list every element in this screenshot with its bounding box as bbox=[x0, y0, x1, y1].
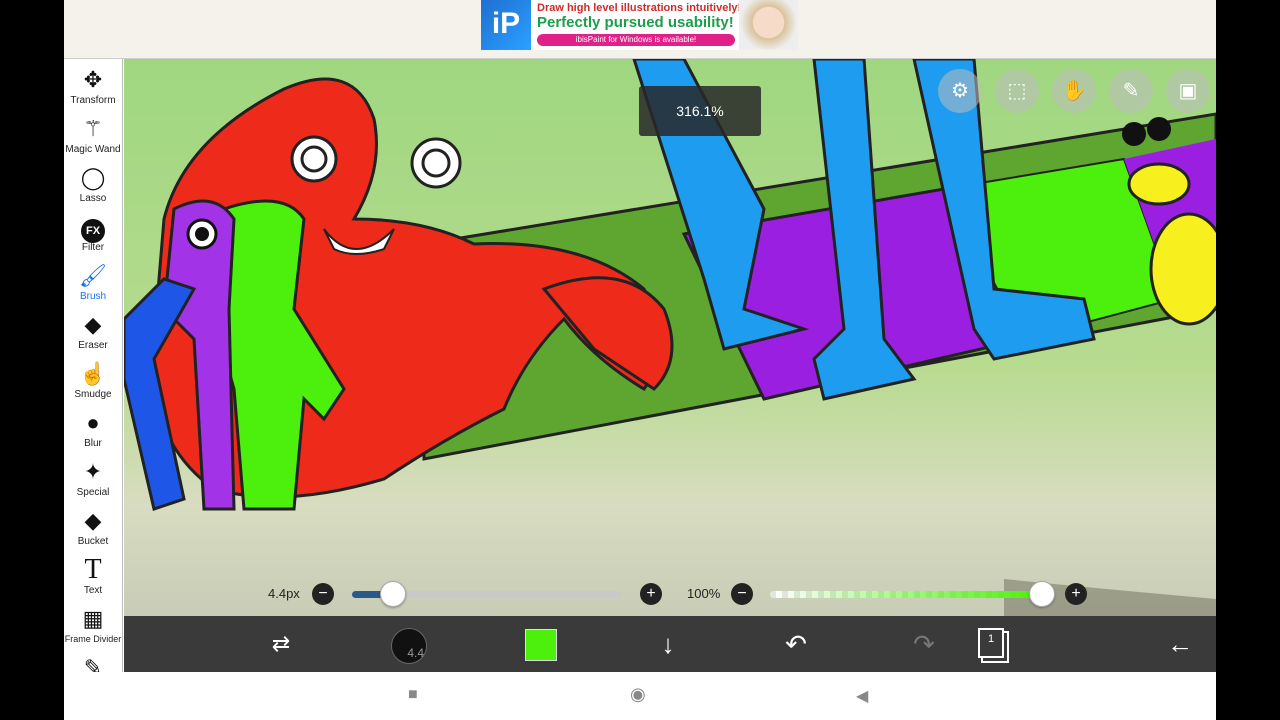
tool-brush[interactable]: 🖌 Brush bbox=[64, 261, 122, 309]
blur-drop-icon: ● bbox=[86, 410, 100, 435]
tool-special[interactable]: ✦ Special bbox=[64, 457, 122, 505]
tool-label: Blur bbox=[84, 438, 102, 449]
toggle-icon: ⚙ bbox=[951, 80, 969, 102]
selection-marquee-icon: ⬚ bbox=[1007, 80, 1027, 102]
system-navigation-bar: ■ ◉ ◀ bbox=[64, 672, 1216, 720]
toggle-controls-button[interactable]: ⚙ bbox=[938, 69, 982, 113]
tool-eyedropper[interactable]: ✎ bbox=[64, 653, 122, 672]
tool-smudge[interactable]: ☝ Smudge bbox=[64, 359, 122, 407]
selection-button[interactable]: ⬚ bbox=[995, 69, 1039, 113]
ad-bar: iP Draw high level illustrations intuiti… bbox=[64, 0, 1216, 59]
undo-icon: ↶ bbox=[785, 629, 807, 659]
color-swatch-button[interactable] bbox=[525, 629, 557, 661]
ibispaint-logo-icon: iP bbox=[481, 0, 531, 50]
tool-lasso[interactable]: ◯ Lasso bbox=[64, 163, 122, 211]
ruler-button[interactable]: ✎ bbox=[1109, 69, 1153, 113]
tool-magic-wand[interactable]: ⚚ Magic Wand bbox=[64, 114, 122, 162]
back-button[interactable]: ← bbox=[1160, 624, 1200, 664]
ad-windows-notice: ibisPaint for Windows is available! bbox=[537, 34, 735, 46]
tool-text[interactable]: T Text bbox=[64, 555, 122, 603]
drawing-canvas[interactable]: 316.1% ⚙ ⬚ ✋ ✎ ▣ bbox=[124, 59, 1216, 616]
home-icon[interactable]: ◉ bbox=[630, 684, 646, 705]
opacity-increase-button[interactable]: + bbox=[1065, 583, 1087, 605]
layers-button[interactable]: 1 bbox=[978, 628, 1004, 658]
tool-bucket[interactable]: ◆ Bucket bbox=[64, 506, 122, 554]
opacity-slider[interactable] bbox=[770, 591, 1042, 598]
image-icon: ▣ bbox=[1178, 80, 1198, 102]
brush-swap-icon: ⇄ bbox=[271, 631, 291, 656]
tool-blur[interactable]: ● Blur bbox=[64, 408, 122, 456]
lasso-icon: ◯ bbox=[80, 165, 106, 190]
tool-label: Special bbox=[76, 487, 110, 498]
recents-icon[interactable]: ■ bbox=[408, 686, 418, 704]
smudge-icon: ☝ bbox=[79, 361, 107, 386]
opacity-knob[interactable] bbox=[1029, 581, 1055, 607]
ibispaint-app: iP Draw high level illustrations intuiti… bbox=[64, 0, 1216, 720]
frame-divider-icon: ▦ bbox=[82, 606, 104, 631]
minus-icon: − bbox=[318, 585, 328, 602]
tool-label: Text bbox=[83, 585, 103, 596]
ad-character-image bbox=[739, 0, 798, 50]
hand-button[interactable]: ✋ bbox=[1052, 69, 1096, 113]
tool-frame-divider[interactable]: ▦ Frame Divider bbox=[64, 604, 122, 652]
slider-row: 4.4px − + 100% − + bbox=[124, 578, 1216, 612]
tool-label: Transform bbox=[70, 95, 116, 106]
redo-button[interactable]: ↷ bbox=[904, 624, 944, 664]
hand-icon: ✋ bbox=[1061, 80, 1087, 102]
tool-label: Magic Wand bbox=[65, 144, 121, 155]
tool-label: Lasso bbox=[79, 193, 107, 204]
opacity-decrease-button[interactable]: − bbox=[731, 583, 753, 605]
tool-palette: ✥ Transform ⚚ Magic Wand ◯ Lasso FX Filt… bbox=[64, 59, 123, 672]
bottom-toolbar: ⇄ 4.4 ↓ ↶ ↷ 1 ← bbox=[124, 616, 1216, 672]
ruler-pen-icon: ✎ bbox=[1122, 80, 1140, 102]
tool-label: Frame Divider bbox=[64, 634, 122, 644]
tool-switch-button[interactable]: ⇄ bbox=[261, 624, 301, 664]
tool-label: Bucket bbox=[77, 536, 109, 547]
magic-wand-icon: ⚚ bbox=[83, 116, 103, 141]
eraser-icon: ◆ bbox=[84, 312, 102, 337]
eyedropper-icon: ✎ bbox=[83, 655, 103, 672]
brush-size-decrease-button[interactable]: − bbox=[312, 583, 334, 605]
ad-banner[interactable]: iP Draw high level illustrations intuiti… bbox=[481, 0, 798, 50]
ad-headline: Draw high level illustrations intuitivel… bbox=[537, 2, 742, 14]
brush-size-button[interactable]: 4.4 bbox=[391, 628, 427, 664]
undo-button[interactable]: ↶ bbox=[776, 624, 816, 664]
artwork bbox=[124, 59, 1216, 616]
brush-icon: 🖌 bbox=[79, 263, 107, 288]
screen: iP Draw high level illustrations intuiti… bbox=[0, 0, 1280, 720]
bucket-icon: ◆ bbox=[84, 508, 102, 533]
tool-transform[interactable]: ✥ Transform bbox=[64, 65, 122, 113]
tool-label: Filter bbox=[81, 242, 105, 253]
opacity-value: 100% bbox=[687, 586, 721, 601]
reference-image-button[interactable]: ▣ bbox=[1166, 69, 1210, 113]
text-icon: T bbox=[84, 554, 102, 585]
fx-icon: FX bbox=[64, 212, 122, 243]
plus-icon: + bbox=[1071, 585, 1081, 602]
zoom-indicator: 316.1% bbox=[639, 86, 761, 136]
plus-icon: + bbox=[646, 585, 656, 602]
tool-label: Eraser bbox=[78, 340, 108, 351]
brush-size-increase-button[interactable]: + bbox=[640, 583, 662, 605]
brush-size-knob[interactable] bbox=[379, 581, 406, 607]
minus-icon: − bbox=[737, 585, 747, 602]
tool-eraser[interactable]: ◆ Eraser bbox=[64, 310, 122, 358]
brush-size-value: 4.4px bbox=[268, 586, 300, 601]
download-button[interactable]: ↓ bbox=[648, 624, 688, 664]
arrow-left-icon: ← bbox=[1167, 629, 1193, 659]
special-pen-icon: ✦ bbox=[83, 459, 103, 484]
move-arrows-icon: ✥ bbox=[83, 67, 103, 92]
opacity-fill bbox=[770, 591, 1042, 598]
back-triangle-icon[interactable]: ◀ bbox=[856, 686, 868, 706]
tool-label: Brush bbox=[79, 291, 107, 302]
redo-icon: ↷ bbox=[913, 629, 935, 659]
arrow-down-icon: ↓ bbox=[661, 629, 675, 659]
tool-label: Smudge bbox=[74, 389, 112, 400]
tool-filter[interactable]: FX Filter bbox=[64, 212, 122, 260]
ad-tagline: Perfectly pursued usability! bbox=[537, 14, 734, 31]
